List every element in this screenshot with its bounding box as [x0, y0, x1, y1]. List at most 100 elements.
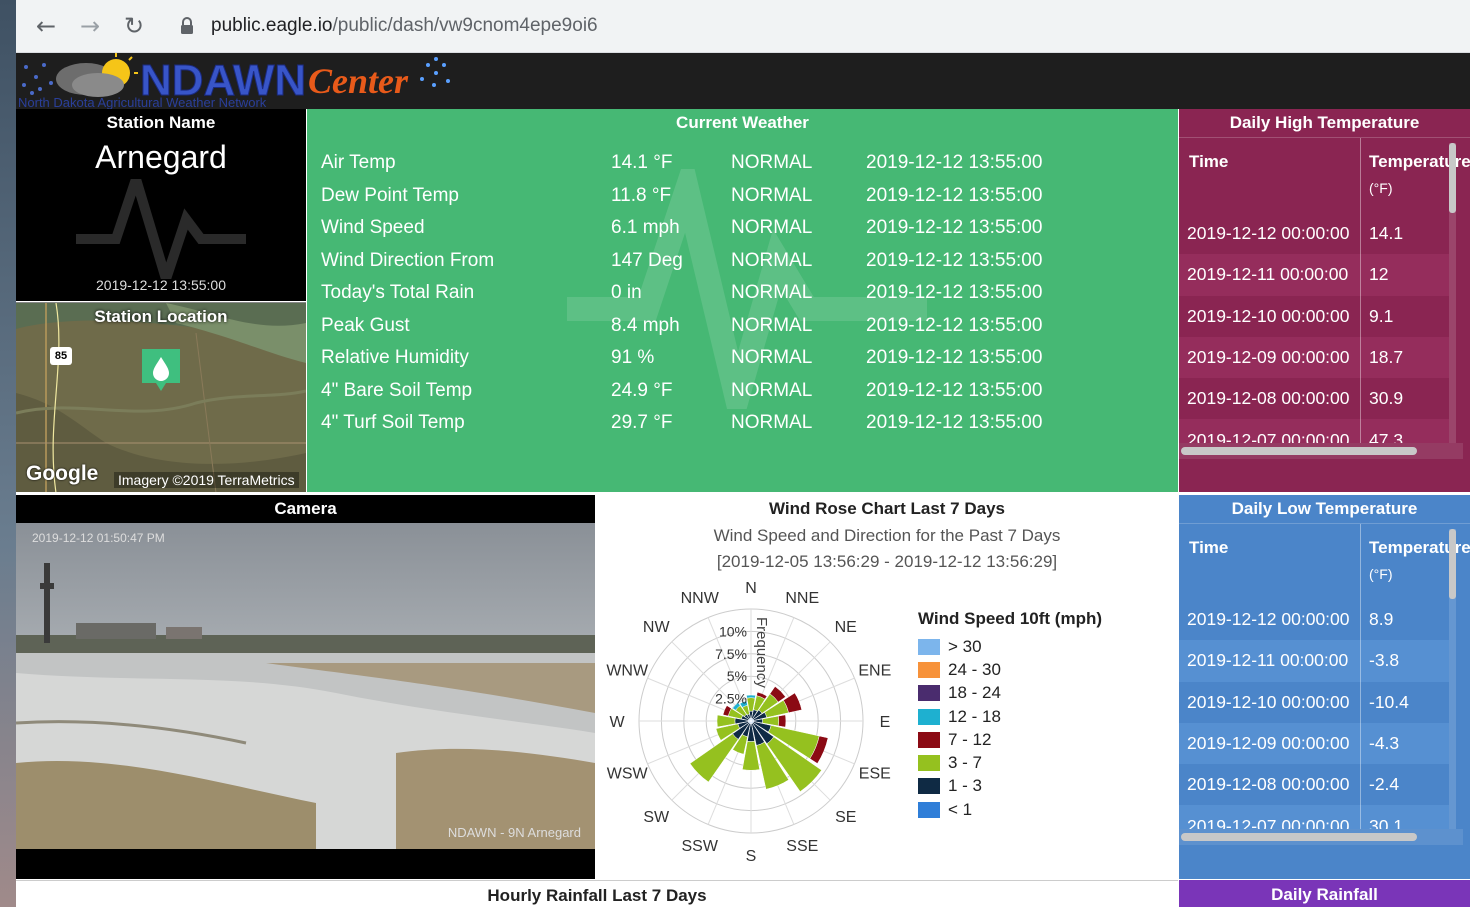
direction-label: SW	[643, 809, 670, 826]
table-row: 2019-12-07 00:00:00 47.3	[1179, 419, 1449, 443]
table-row: 2019-12-08 00:00:00 -2.4	[1179, 764, 1449, 806]
table-row: 2019-12-11 00:00:00 -3.8	[1179, 640, 1449, 682]
station-name-card: Station Name Arnegard 2019-12-12 13:55:0…	[16, 109, 306, 301]
scroll-thumb[interactable]	[1181, 447, 1417, 455]
google-logo[interactable]: Google	[26, 462, 98, 486]
hourly-rainfall-card: Hourly Rainfall Last 7 Days	[16, 880, 1178, 907]
row-time: 2019-12-11 00:00:00	[1179, 640, 1361, 682]
weather-row: Air Temp 14.1 °F NORMAL 2019-12-12 13:55:00	[321, 147, 1042, 180]
scroll-thumb[interactable]	[1181, 833, 1417, 841]
weather-label: Wind Direction From	[321, 249, 495, 271]
weather-time: 2019-12-12 13:55:00	[866, 282, 1043, 304]
direction-label: NNW	[681, 590, 720, 607]
reload-icon[interactable]: ↻	[120, 12, 148, 40]
wind-rose-card: Wind Rose Chart Last 7 Days Wind Speed a…	[596, 495, 1178, 879]
direction-label: NE	[835, 619, 857, 636]
weather-value: 0 in	[611, 282, 642, 304]
legend-swatch	[918, 801, 940, 818]
legend-label: 1 - 3	[948, 776, 983, 796]
direction-label: SE	[835, 809, 856, 826]
url-host: public.eagle.io	[211, 15, 333, 36]
weather-value: 11.8 °F	[611, 184, 672, 206]
row-temperature: -4.3	[1369, 733, 1400, 754]
legend-label: 24 - 30	[948, 659, 1001, 679]
station-location-map[interactable]: Station Location 85 Google Imagery ©2019…	[16, 302, 306, 492]
url-path: /public/dash/vw9cnom4epe9oi6	[332, 15, 598, 36]
row-temperature: 30.1	[1369, 815, 1404, 829]
pulse-watermark-icon	[76, 179, 246, 279]
daily-rainfall-card: Daily Rainfall	[1179, 880, 1470, 907]
legend-item[interactable]: < 1	[918, 798, 1102, 821]
current-weather-title: Current Weather	[676, 113, 809, 132]
legend-label: < 1	[948, 799, 973, 819]
weather-time: 2019-12-12 13:55:00	[866, 347, 1043, 369]
daily-high-header: Time Temperature (°F)	[1179, 137, 1470, 213]
browser-toolbar: ← → ↻ public.eagle.io/public/dash/vw9cno…	[16, 0, 1470, 53]
weather-value: 91 %	[611, 347, 655, 369]
legend-label: 12 - 18	[948, 706, 1001, 726]
weather-row: Dew Point Temp 11.8 °F NORMAL 2019-12-12 13…	[321, 180, 1042, 213]
legend-swatch	[918, 731, 940, 748]
svg-text:Center: Center	[308, 61, 409, 101]
ndawn-logo: NDAWN Center North Dakota Agricultural W…	[16, 53, 456, 109]
daily-low-col-time[interactable]: Time	[1179, 524, 1361, 599]
row-time: 2019-12-10 00:00:00	[1179, 295, 1361, 337]
row-time: 2019-12-07 00:00:00	[1179, 805, 1361, 829]
legend-item[interactable]: 7 - 12	[918, 728, 1102, 751]
legend-swatch	[918, 778, 940, 795]
logo-subtext: North Dakota Agricultural Weather Networ…	[18, 95, 267, 109]
daily-high-rows: 2019-12-12 00:00:00 14.1 2019-12-11 00:00:…	[1179, 213, 1449, 443]
direction-label: E	[880, 714, 891, 731]
direction-label: ESE	[859, 765, 891, 782]
radial-tick-label: 5%	[727, 668, 747, 684]
station-pin-icon[interactable]	[140, 347, 182, 393]
legend-swatch	[918, 661, 940, 678]
daily-high-hscroll[interactable]	[1179, 443, 1463, 459]
legend-item[interactable]: 24 - 30	[918, 658, 1102, 681]
row-temperature: 8.9	[1369, 609, 1394, 630]
daily-high-card: Daily High Temperature Time Temperature(…	[1179, 109, 1470, 492]
camera-image[interactable]	[16, 523, 595, 849]
weather-status: NORMAL	[731, 347, 813, 369]
table-row: 2019-12-12 00:00:00 14.1	[1179, 213, 1449, 255]
row-temperature: 12	[1369, 264, 1389, 285]
weather-value: 6.1 mph	[611, 217, 680, 239]
legend-item[interactable]: 3 - 7	[918, 751, 1102, 774]
legend-item[interactable]: > 30	[918, 635, 1102, 658]
row-temperature: 18.7	[1369, 347, 1404, 368]
legend-item[interactable]: 12 - 18	[918, 705, 1102, 728]
daily-low-hscroll[interactable]	[1179, 829, 1463, 845]
weather-time: 2019-12-12 13:55:00	[866, 249, 1043, 271]
daily-high-vscroll[interactable]	[1449, 143, 1456, 443]
forward-arrow-icon[interactable]: →	[76, 12, 104, 40]
scroll-thumb[interactable]	[1449, 529, 1456, 599]
table-row: 2019-12-12 00:00:00 8.9	[1179, 599, 1449, 641]
address-bar[interactable]: public.eagle.io/public/dash/vw9cnom4epe9…	[211, 15, 598, 37]
daily-low-title: Daily Low Temperature	[1231, 499, 1418, 518]
camera-card: Camera 2019-12-12 01:50:47 PM NDAWN - 9N…	[16, 495, 595, 879]
daily-low-vscroll[interactable]	[1449, 529, 1456, 829]
weather-status: NORMAL	[731, 282, 813, 304]
highway-85-shield: 85	[50, 347, 72, 365]
weather-label: 4" Turf Soil Temp	[321, 412, 465, 434]
scroll-thumb[interactable]	[1449, 143, 1456, 213]
legend-item[interactable]: 18 - 24	[918, 682, 1102, 705]
legend-swatch	[918, 755, 940, 772]
weather-label: Dew Point Temp	[321, 184, 459, 206]
direction-label: SSW	[681, 838, 718, 855]
weather-time: 2019-12-12 13:55:00	[866, 152, 1043, 174]
weather-label: Air Temp	[321, 152, 396, 174]
direction-label: SSE	[786, 838, 818, 855]
legend-item[interactable]: 1 - 3	[918, 775, 1102, 798]
back-arrow-icon[interactable]: ←	[32, 12, 60, 40]
wind-rose-chart[interactable]: N NNE NE ENE E ESE SE SSE S SSW SW WSW W WNW NW NNW 2.5%…	[596, 495, 916, 879]
weather-label: Wind Speed	[321, 217, 425, 239]
station-name-value: Arnegard	[95, 139, 227, 175]
weather-row: Peak Gust 8.4 mph NORMAL 2019-12-12 13:55:0…	[321, 310, 1042, 343]
row-temperature: -3.8	[1369, 650, 1400, 671]
weather-row: Wind Direction From 147 Deg NORMAL 2019-12-…	[321, 245, 1042, 278]
weather-status: NORMAL	[731, 249, 813, 271]
daily-high-col-time[interactable]: Time	[1179, 138, 1361, 213]
table-row: 2019-12-10 00:00:00 9.1	[1179, 295, 1449, 337]
table-row: 2019-12-10 00:00:00 -10.4	[1179, 681, 1449, 723]
